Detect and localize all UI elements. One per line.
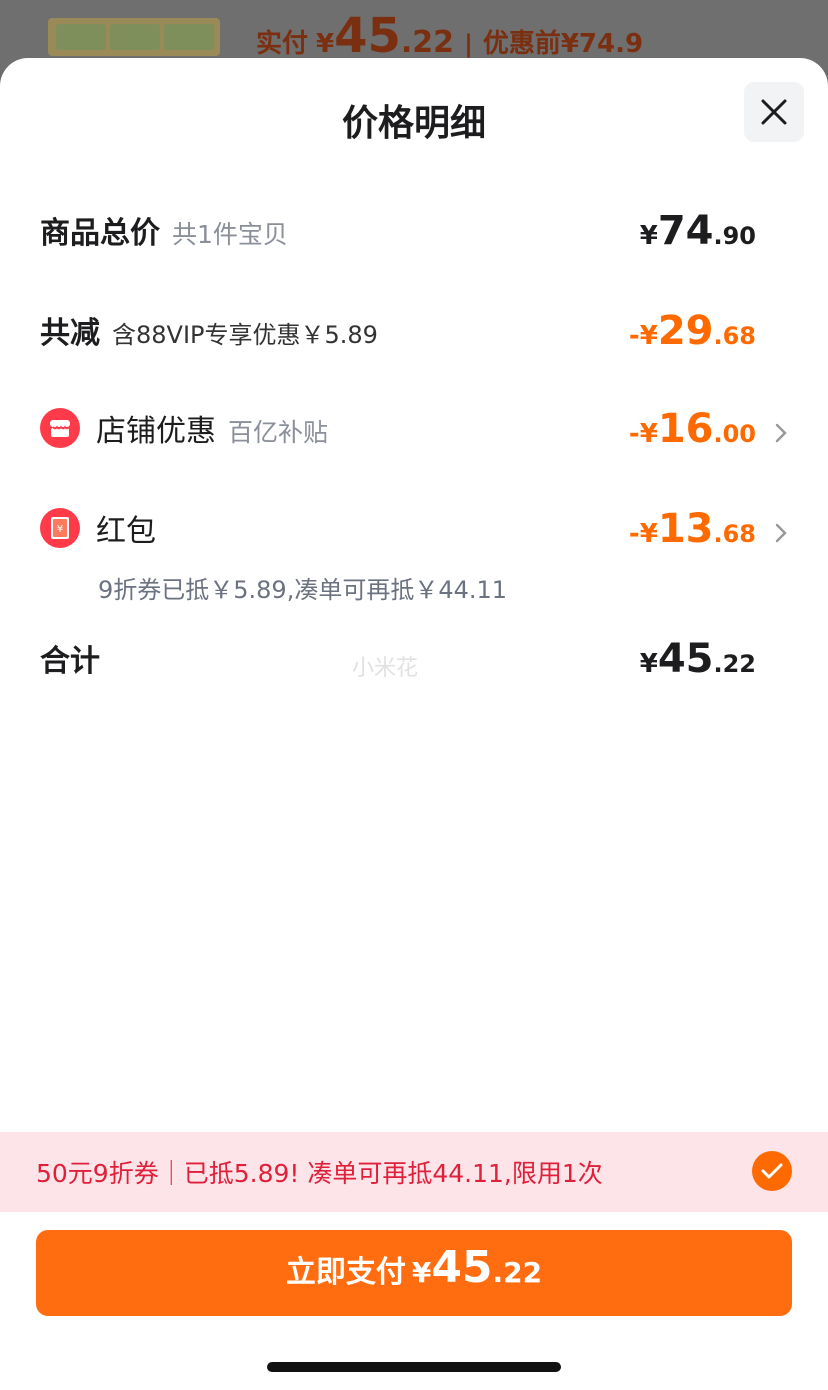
home-indicator[interactable] [267, 1362, 561, 1372]
amount-int: 74 [657, 208, 714, 254]
amount-dec: .68 [713, 520, 756, 548]
total-discount-label: 共减 [40, 316, 100, 351]
pay-int: 45 [431, 1242, 493, 1293]
price-separator: | [464, 30, 473, 58]
pay-currency: ¥ [411, 1256, 432, 1289]
paid-int: 45 [334, 8, 401, 64]
pay-dec: .22 [492, 1256, 543, 1289]
close-button[interactable] [744, 82, 804, 142]
amount-int: 45 [657, 636, 714, 682]
chevron-right-icon [775, 523, 787, 543]
amount-int: 29 [657, 308, 714, 354]
amount-dec: .22 [713, 650, 756, 678]
red-envelope-row[interactable]: ¥ 红包 -¥13.68 9折券已抵￥5.89,凑单可再抵￥44.11 [40, 506, 788, 606]
goods-total-row: 商品总价 共1件宝贝 ¥74.90 [40, 208, 788, 258]
red-envelope-detail: 9折券已抵￥5.89,凑单可再抵￥44.11 [98, 576, 508, 604]
currency-symbol: -¥ [628, 519, 658, 549]
currency-symbol: -¥ [628, 321, 658, 351]
pay-label: 立即支付 [285, 1255, 406, 1290]
price-detail-sheet: 价格明细 商品总价 共1件宝贝 ¥74.90 共减 含88VIP专享优惠￥5.89 … [0, 58, 828, 1390]
shop-discount-amount: -¥16.00 [629, 406, 756, 452]
close-icon [761, 99, 787, 125]
vip-discount-note: 含88VIP专享优惠￥5.89 [112, 321, 378, 349]
goods-total-label: 商品总价 [40, 216, 160, 251]
paid-label: 实付 [256, 29, 309, 59]
shop-icon [40, 408, 80, 448]
original-price: 优惠前¥74.9 [482, 29, 644, 59]
red-envelope-icon: ¥ [40, 508, 80, 548]
amount-int: 13 [657, 506, 714, 552]
chevron-right-icon [775, 423, 787, 443]
amount-int: 16 [657, 406, 714, 452]
paid-dec: .22 [400, 25, 455, 60]
currency-symbol: -¥ [628, 419, 658, 449]
shop-discount-label: 店铺优惠 [96, 414, 216, 449]
svg-text:¥: ¥ [57, 524, 63, 535]
check-icon[interactable] [752, 1151, 792, 1191]
total-discount-row: 共减 含88VIP专享优惠￥5.89 -¥29.68 [40, 308, 788, 358]
grand-total-label: 合计 [40, 644, 100, 679]
shop-discount-row[interactable]: 店铺优惠 百亿补贴 -¥16.00 [40, 406, 788, 456]
currency-symbol: ¥ [639, 649, 658, 679]
coupon-promo-text: 50元9折券｜已抵5.89! 凑单可再抵44.11,限用1次 [36, 1159, 603, 1188]
red-envelope-label: 红包 [96, 514, 156, 549]
watermark: 小米花 [352, 656, 419, 681]
product-thumbnail [48, 18, 220, 56]
amount-dec: .68 [713, 322, 756, 350]
goods-count: 共1件宝贝 [172, 220, 288, 249]
paid-currency: ¥ [316, 29, 335, 59]
currency-symbol: ¥ [639, 221, 658, 251]
background-price-summary: 实付 ¥45.22 | 优惠前¥74.9 [256, 12, 643, 60]
coupon-promo-banner[interactable]: 50元9折券｜已抵5.89! 凑单可再抵44.11,限用1次 [0, 1132, 828, 1212]
pay-now-button[interactable]: 立即支付 ¥45.22 [36, 1230, 792, 1316]
total-discount-amount: -¥29.68 [629, 308, 756, 354]
amount-dec: .90 [713, 222, 756, 250]
grand-total-amount: ¥45.22 [640, 636, 756, 682]
amount-dec: .00 [713, 420, 756, 448]
shop-discount-tag: 百亿补贴 [228, 418, 329, 447]
goods-total-amount: ¥74.90 [640, 208, 756, 254]
sheet-title: 价格明细 [341, 103, 486, 144]
red-envelope-amount: -¥13.68 [629, 506, 756, 552]
